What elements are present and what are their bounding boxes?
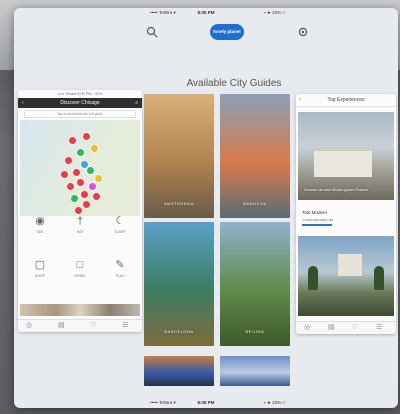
lonely-planet-logo[interactable]: lonely planet — [210, 24, 244, 40]
category-see-button[interactable]: ◉ SEE — [22, 214, 58, 254]
city-tile-amsterdam[interactable]: AMSTERDAM — [144, 94, 214, 218]
photo-strip[interactable] — [20, 304, 140, 316]
status-bar-top: ••••• Telstra ▾ 8:05 PM ▪ ★ 33% □ — [14, 8, 398, 18]
battery-label: ▪ ★ 33% □ — [264, 400, 286, 405]
map-pin[interactable] — [72, 168, 81, 177]
gear-icon[interactable] — [297, 24, 311, 38]
map-pin[interactable] — [70, 194, 79, 203]
tab-icon[interactable]: ♡ — [352, 323, 358, 333]
top-navigation: lonely planet — [14, 20, 398, 48]
map-pin[interactable] — [64, 156, 73, 165]
back-icon[interactable]: ‹ — [299, 94, 301, 106]
map-pin[interactable] — [76, 178, 85, 187]
category-eat-button[interactable]: † EAT — [62, 214, 98, 254]
tab-icon[interactable]: ☰ — [376, 323, 382, 333]
city-tile-beijing[interactable]: BEIJING — [220, 222, 290, 346]
time-label: 8:05 PM — [197, 10, 215, 15]
category-drink-button[interactable]: □ DRINK — [62, 258, 98, 298]
city-map[interactable] — [20, 120, 140, 216]
map-pin[interactable] — [80, 190, 89, 199]
city-tile[interactable] — [144, 356, 214, 386]
category-sleep-button[interactable]: ☾ SLEEP — [102, 214, 138, 254]
map-pin[interactable] — [68, 136, 77, 145]
tree-shape — [308, 266, 318, 290]
palace-building — [314, 148, 372, 177]
category-label: SEE — [36, 230, 44, 234]
city-guide-grid: AMSTERDAM BANGKOK BARCELONA BEIJING — [144, 94, 292, 394]
experience-info[interactable]: Tate Modern Contemporary art — [302, 210, 390, 226]
experience-info-title: Tate Modern — [302, 210, 328, 215]
search-icon[interactable]: ⌕ — [135, 98, 138, 108]
tab-icon[interactable]: ◎ — [26, 321, 32, 331]
experience-photo-2[interactable] — [298, 236, 394, 316]
category-play-button[interactable]: ✎ PLAY — [102, 258, 138, 298]
experience-caption: Wander around Buckingham Palace — [304, 187, 368, 192]
carrier-label: ••••• Telstra ▾ — [150, 10, 176, 15]
city-tile-barcelona[interactable]: BARCELONA — [144, 222, 214, 346]
castle-building — [338, 254, 362, 276]
tab-icon[interactable]: ♡ — [90, 321, 96, 331]
map-pin[interactable] — [66, 182, 75, 191]
sleep-icon: ☾ — [115, 215, 125, 227]
map-pin[interactable] — [60, 170, 69, 179]
city-name-label: BANGKOK — [243, 201, 267, 206]
app-display-panel: ••••• Telstra ▾ 8:05 PM ▪ ★ 33% □ lonely… — [14, 8, 398, 408]
category-label: SHOP — [35, 274, 45, 278]
city-guide-card[interactable]: ••••• Telstra 8:05 PM ▪ 33% ‹ Discover C… — [18, 90, 142, 332]
map-background — [20, 120, 140, 216]
carrier-label: ••••• Telstra ▾ — [150, 400, 176, 405]
tree-shape — [374, 266, 384, 290]
experiences-title: Top Experiences — [327, 97, 365, 103]
category-label: SLEEP — [114, 230, 126, 234]
category-shop-button[interactable]: ▢ SHOP — [22, 258, 58, 298]
city-name-label: AMSTERDAM — [163, 201, 195, 206]
tab-icon[interactable]: ◎ — [304, 323, 310, 333]
shop-icon: ▢ — [34, 259, 46, 271]
city-name-label: BEIJING — [245, 329, 265, 334]
status-bar-bottom: ••••• Telstra ▾ 8:05 PM ▪ ★ 33% □ — [14, 398, 398, 408]
accent-bar — [302, 224, 332, 226]
tab-icon[interactable]: ☰ — [122, 321, 128, 331]
map-pin[interactable] — [92, 192, 101, 201]
tab-icon[interactable]: ▤ — [328, 323, 335, 333]
search-icon[interactable] — [146, 26, 158, 38]
top-experiences-card[interactable]: ‹ Top Experiences Wander around Buckingh… — [296, 94, 396, 334]
category-label: EAT — [76, 230, 84, 234]
experience-photo[interactable]: Wander around Buckingham Palace — [298, 112, 394, 200]
city-tile[interactable] — [220, 356, 290, 386]
time-label: 8:05 PM — [197, 400, 215, 405]
city-name-label: BARCELONA — [164, 329, 194, 334]
page-title: Available City Guides — [186, 78, 282, 89]
mini-status-bar: ••••• Telstra 8:05 PM ▪ 33% — [57, 92, 103, 96]
experience-info-subtitle: Contemporary art — [302, 217, 334, 222]
map-pin[interactable] — [90, 144, 99, 153]
tab-icon[interactable]: ▤ — [58, 321, 65, 331]
city-tile-bangkok[interactable]: BANGKOK — [220, 94, 290, 218]
map-pin[interactable] — [88, 182, 97, 191]
photo-scene: ••••• Telstra ▾ 8:05 PM ▪ ★ 33% □ lonely… — [0, 0, 400, 414]
category-label: DRINK — [74, 274, 86, 278]
map-pin[interactable] — [76, 148, 85, 157]
play-icon: ✎ — [115, 259, 125, 271]
back-icon[interactable]: ‹ — [22, 98, 24, 108]
guide-title: Discover Chicago — [60, 100, 100, 106]
download-notice[interactable]: Tap to download the full guide — [24, 110, 136, 118]
drink-icon: □ — [76, 259, 84, 271]
see-icon: ◉ — [35, 215, 45, 227]
map-pin[interactable] — [86, 166, 95, 175]
tab-bar: ◎ ▤ ♡ ☰ — [18, 319, 142, 332]
guide-header: ‹ Discover Chicago ⌕ — [18, 98, 142, 108]
category-label: PLAY — [115, 274, 125, 278]
tab-bar: ◎ ▤ ♡ ☰ — [296, 321, 396, 334]
eat-icon: † — [76, 215, 84, 227]
experiences-header: ‹ Top Experiences — [296, 94, 396, 107]
map-pin[interactable] — [82, 132, 91, 141]
battery-label: ▪ ★ 33% □ — [264, 10, 286, 15]
map-pin[interactable] — [82, 200, 91, 209]
map-pin[interactable] — [94, 174, 103, 183]
